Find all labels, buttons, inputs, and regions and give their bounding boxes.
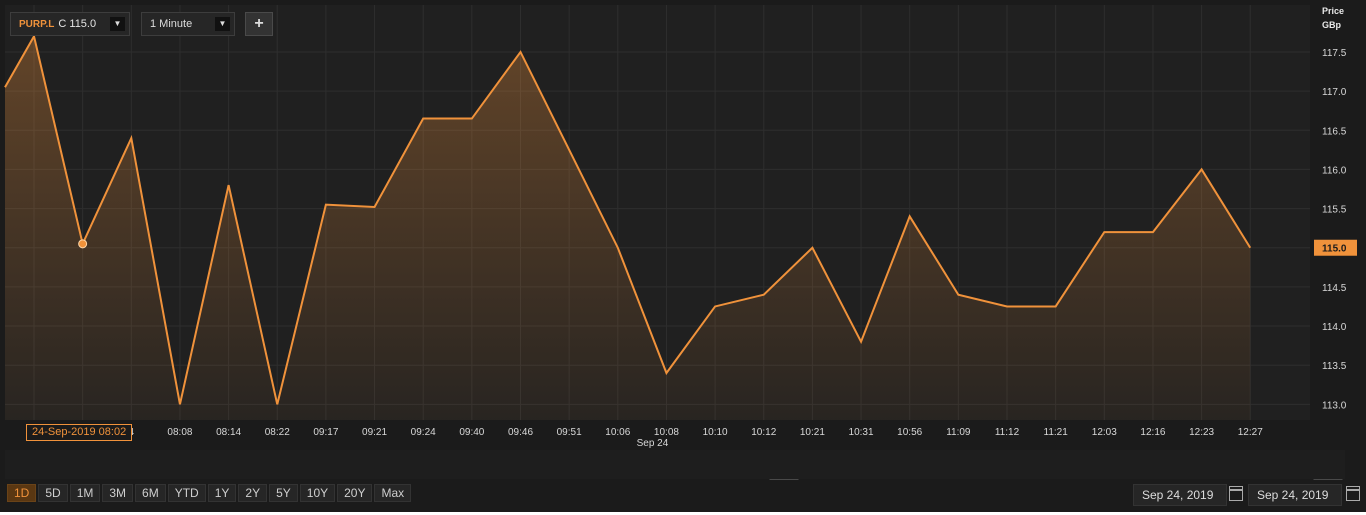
range-button-1d[interactable]: 1D	[7, 484, 37, 502]
y-tick-label: 116.0	[1322, 165, 1347, 176]
x-tick-label: 12:03	[1092, 427, 1117, 438]
range-button-1y[interactable]: 1Y	[207, 484, 237, 502]
x-tick-label: 08:08	[167, 427, 192, 438]
range-button-20y[interactable]: 20Y	[337, 484, 373, 502]
chevron-down-icon[interactable]: ▼	[215, 17, 230, 31]
y-tick-label: 113.0	[1322, 400, 1347, 411]
x-tick-label: 08:14	[216, 427, 241, 438]
x-tick-label: 10:06	[605, 427, 630, 438]
x-tick-label: 09:46	[508, 427, 533, 438]
x-tick-label: 10:10	[703, 427, 728, 438]
range-button-10y[interactable]: 10Y	[299, 484, 336, 502]
x-tick-label: 10:56	[897, 427, 922, 438]
y-tick-label: 115.5	[1322, 205, 1347, 216]
calendar-icon[interactable]	[1346, 486, 1360, 501]
y-axis-title-price: Price	[1322, 6, 1345, 16]
interval-label: 1 Minute	[150, 18, 193, 30]
price-area-fill	[5, 36, 1251, 421]
chevron-down-icon[interactable]: ▼	[110, 17, 125, 31]
range-button-1m[interactable]: 1M	[69, 484, 101, 502]
range-button-5d[interactable]: 5D	[38, 484, 68, 502]
x-tick-label: 10:31	[849, 427, 874, 438]
x-tick-label: 11:21	[1044, 427, 1069, 438]
x-tick-label: 08:22	[265, 427, 290, 438]
symbol-selector[interactable]: PURP.L C 115.0 ▼	[10, 12, 130, 36]
range-button-ytd[interactable]: YTD	[167, 484, 206, 502]
y-axis-title-unit: GBp	[1322, 20, 1341, 30]
range-button-max[interactable]: Max	[374, 484, 412, 502]
range-selector: 1D 5D 1M 3M 6M YTD 1Y 2Y 5Y 10Y 20Y Max	[7, 484, 412, 502]
x-tick-label: 09:24	[411, 427, 436, 438]
x-tick-label: 10:21	[800, 427, 825, 438]
y-tick-label: 114.5	[1322, 283, 1347, 294]
range-button-5y[interactable]: 5Y	[269, 484, 298, 502]
close-price-label: C 115.0	[58, 18, 97, 30]
end-date-field[interactable]: Sep 24, 2019	[1248, 484, 1342, 506]
navigator[interactable]	[5, 450, 1345, 479]
x-tick-label: 11:12	[995, 427, 1020, 438]
y-tick-label: 116.5	[1322, 126, 1347, 137]
x-tick-label: 09:51	[557, 427, 582, 438]
calendar-icon[interactable]	[1229, 486, 1243, 501]
x-tick-label: 10:08	[654, 427, 679, 438]
symbol-label: PURP.L	[19, 18, 55, 30]
x-tick-label: 09:40	[459, 427, 484, 438]
range-button-6m[interactable]: 6M	[135, 484, 166, 502]
x-tick-label: 09:17	[313, 427, 338, 438]
range-button-2y[interactable]: 2Y	[238, 484, 268, 502]
y-tick-label: 117.5	[1322, 48, 1347, 59]
x-date-label: Sep 24	[637, 438, 669, 449]
last-price-label: 115.0	[1322, 244, 1347, 255]
y-tick-label: 117.0	[1322, 87, 1347, 98]
add-button[interactable]: +	[245, 12, 273, 36]
crosshair-tooltip: 24-Sep-2019 08:02	[26, 424, 133, 441]
y-tick-label: 114.0	[1322, 322, 1347, 333]
x-tick-label: 10:12	[751, 427, 776, 438]
x-tick-label: 12:23	[1189, 427, 1214, 438]
interval-selector[interactable]: 1 Minute ▼	[141, 12, 235, 36]
highlighted-point	[78, 239, 88, 249]
start-date-field[interactable]: Sep 24, 2019	[1133, 484, 1227, 506]
y-tick-label: 113.5	[1322, 361, 1347, 372]
x-tick-label: 12:27	[1238, 427, 1263, 438]
x-tick-label: 11:09	[946, 427, 971, 438]
x-tick-label: 12:16	[1140, 427, 1165, 438]
range-button-3m[interactable]: 3M	[102, 484, 134, 502]
x-tick-label: 09:21	[362, 427, 387, 438]
price-chart[interactable]: 113.0 113.5 114.0 114.5 115.0 115.5 116.0 116.5…	[0, 0, 1366, 515]
